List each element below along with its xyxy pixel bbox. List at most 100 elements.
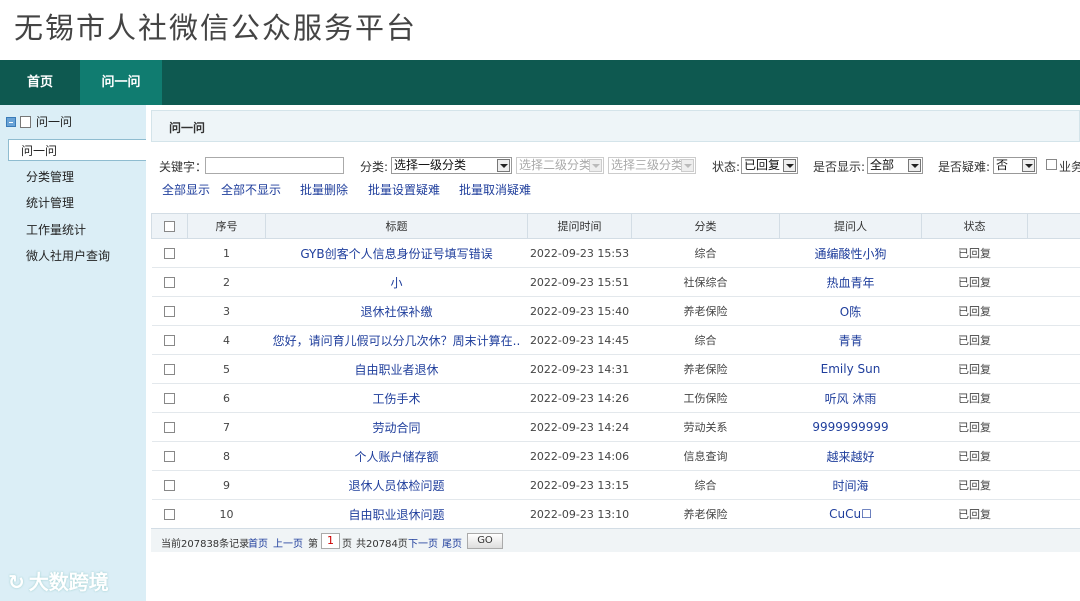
- nav-home[interactable]: 首页: [0, 60, 80, 105]
- row-asker[interactable]: 时间海: [779, 470, 922, 500]
- page-suffix: 页: [342, 539, 352, 550]
- table-row[interactable]: 7 劳动合同 2022-09-23 14:24 劳动关系 9999999999 已回复: [151, 412, 1080, 442]
- row-asker[interactable]: CuCu☐: [779, 499, 922, 529]
- prev-page-link[interactable]: 上一页: [273, 535, 303, 550]
- row-time: 2022-09-23 15:40: [527, 296, 632, 326]
- table-row[interactable]: 6 工伤手术 2022-09-23 14:26 工伤保险 听风 沐雨 已回复: [151, 383, 1080, 413]
- row-title[interactable]: 自由职业者退休: [265, 354, 528, 384]
- row-extra: [1027, 470, 1080, 500]
- table-row[interactable]: 3 退休社保补缴 2022-09-23 15:40 养老保险 O陈 已回复: [151, 296, 1080, 326]
- row-checkbox[interactable]: [164, 422, 175, 433]
- row-title[interactable]: GYB创客个人信息身份证号填写错误: [265, 238, 528, 268]
- show-all-link[interactable]: 全部显示: [162, 181, 210, 198]
- row-status: 已回复: [921, 383, 1028, 413]
- row-asker[interactable]: 9999999999: [779, 412, 922, 442]
- row-category: 综合: [631, 238, 780, 268]
- row-title[interactable]: 您好，请问育儿假可以分几次休？周末计算在..: [265, 325, 528, 355]
- row-title[interactable]: 自由职业退休问题: [265, 499, 528, 529]
- document-icon: [20, 116, 31, 128]
- table-row[interactable]: 8 个人账户储存额 2022-09-23 14:06 信息查询 越来越好 已回复: [151, 441, 1080, 471]
- sidebar-item-category[interactable]: 分类管理: [26, 166, 74, 188]
- show-select[interactable]: 全部: [867, 157, 923, 174]
- row-checkbox-cell: [151, 412, 188, 442]
- row-checkbox[interactable]: [164, 248, 175, 259]
- row-asker[interactable]: 听风 沐雨: [779, 383, 922, 413]
- row-checkbox[interactable]: [164, 306, 175, 317]
- status-select[interactable]: 已回复: [741, 157, 798, 174]
- table-row[interactable]: 5 自由职业者退休 2022-09-23 14:31 养老保险 Emily Sun 已回复: [151, 354, 1080, 384]
- row-number: 1: [187, 238, 266, 268]
- category-level2-select[interactable]: 选择二级分类: [516, 157, 604, 174]
- next-page-link[interactable]: 下一页: [408, 535, 438, 550]
- difficult-select[interactable]: 否: [993, 157, 1037, 174]
- pager: 当前207838条记录 首页 上一页 第 1 页 共20784页 下一页 尾页 …: [151, 528, 1080, 552]
- batch-delete-link[interactable]: 批量删除: [300, 181, 348, 198]
- go-button[interactable]: GO: [467, 533, 503, 549]
- row-extra: [1027, 296, 1080, 326]
- column-header[interactable]: 标题: [265, 213, 528, 239]
- category-label: 分类:: [360, 160, 389, 174]
- column-header[interactable]: 序号: [187, 213, 266, 239]
- table-row[interactable]: 4 您好，请问育儿假可以分几次休？周末计算在.. 2022-09-23 14:45 综…: [151, 325, 1080, 355]
- row-asker[interactable]: 热血青年: [779, 267, 922, 297]
- keyword-input[interactable]: [205, 157, 344, 174]
- status-value: 已回复: [744, 158, 781, 172]
- sidebar-item-qa[interactable]: 问一问: [8, 139, 146, 161]
- row-title[interactable]: 小: [265, 267, 528, 297]
- row-extra: [1027, 499, 1080, 529]
- row-title[interactable]: 退休社保补缴: [265, 296, 528, 326]
- category-level1-select[interactable]: 选择一级分类: [391, 157, 512, 174]
- row-title[interactable]: 工伤手术: [265, 383, 528, 413]
- row-status: 已回复: [921, 412, 1028, 442]
- row-asker[interactable]: 青青: [779, 325, 922, 355]
- row-checkbox-cell: [151, 383, 188, 413]
- column-header[interactable]: 提问时间: [527, 213, 632, 239]
- row-number: 5: [187, 354, 266, 384]
- row-status: 已回复: [921, 267, 1028, 297]
- table-row[interactable]: 10 自由职业退休问题 2022-09-23 13:10 养老保险 CuCu☐ 已回复: [151, 499, 1080, 529]
- sidebar-item-statistics[interactable]: 统计管理: [26, 192, 74, 214]
- row-checkbox[interactable]: [164, 335, 175, 346]
- batch-cancel-difficult-link[interactable]: 批量取消疑难: [459, 181, 531, 198]
- table-row[interactable]: 2 小 2022-09-23 15:51 社保综合 热血青年 已回复: [151, 267, 1080, 297]
- row-asker[interactable]: Emily Sun: [779, 354, 922, 384]
- column-header[interactable]: 提问人: [779, 213, 922, 239]
- row-title[interactable]: 退休人员体检问题: [265, 470, 528, 500]
- business-checkbox[interactable]: [1046, 159, 1057, 170]
- row-checkbox[interactable]: [164, 393, 175, 404]
- row-asker[interactable]: 通编酸性小狗: [779, 238, 922, 268]
- first-page-link[interactable]: 首页: [248, 535, 268, 550]
- page-number-input[interactable]: 1: [321, 533, 340, 549]
- row-extra: [1027, 325, 1080, 355]
- row-checkbox[interactable]: [164, 451, 175, 462]
- hide-all-link[interactable]: 全部不显示: [221, 181, 281, 198]
- column-header[interactable]: 分类: [631, 213, 780, 239]
- sidebar-tree-header[interactable]: 问一问: [0, 109, 146, 135]
- row-asker[interactable]: O陈: [779, 296, 922, 326]
- row-title[interactable]: 劳动合同: [265, 412, 528, 442]
- select-all-checkbox[interactable]: [164, 221, 175, 232]
- content-header: 问一问: [151, 110, 1080, 142]
- batch-set-difficult-link[interactable]: 批量设置疑难: [368, 181, 440, 198]
- row-category: 综合: [631, 325, 780, 355]
- column-header[interactable]: 状态: [921, 213, 1028, 239]
- row-number: 10: [187, 499, 266, 529]
- sidebar-item-user-query[interactable]: 微人社用户查询: [26, 245, 110, 267]
- table-row[interactable]: 9 退休人员体检问题 2022-09-23 13:15 综合 时间海 已回复: [151, 470, 1080, 500]
- row-checkbox[interactable]: [164, 277, 175, 288]
- row-checkbox[interactable]: [164, 509, 175, 520]
- row-checkbox[interactable]: [164, 364, 175, 375]
- category-level1-value: 选择一级分类: [394, 158, 467, 172]
- category-level3-value: 选择三级分类: [611, 158, 684, 172]
- sidebar-item-workload[interactable]: 工作量统计: [26, 219, 86, 241]
- last-page-link[interactable]: 尾页: [442, 535, 462, 550]
- row-title[interactable]: 个人账户储存额: [265, 441, 528, 471]
- table-row[interactable]: 1 GYB创客个人信息身份证号填写错误 2022-09-23 15:53 综合 通编酸性…: [151, 238, 1080, 268]
- category-level3-select[interactable]: 选择三级分类: [608, 157, 696, 174]
- row-asker[interactable]: 越来越好: [779, 441, 922, 471]
- row-time: 2022-09-23 14:31: [527, 354, 632, 384]
- total-pages: 共20784页: [356, 539, 408, 550]
- row-checkbox[interactable]: [164, 480, 175, 491]
- collapse-icon[interactable]: [6, 117, 16, 127]
- nav-qa[interactable]: 问一问: [80, 60, 162, 105]
